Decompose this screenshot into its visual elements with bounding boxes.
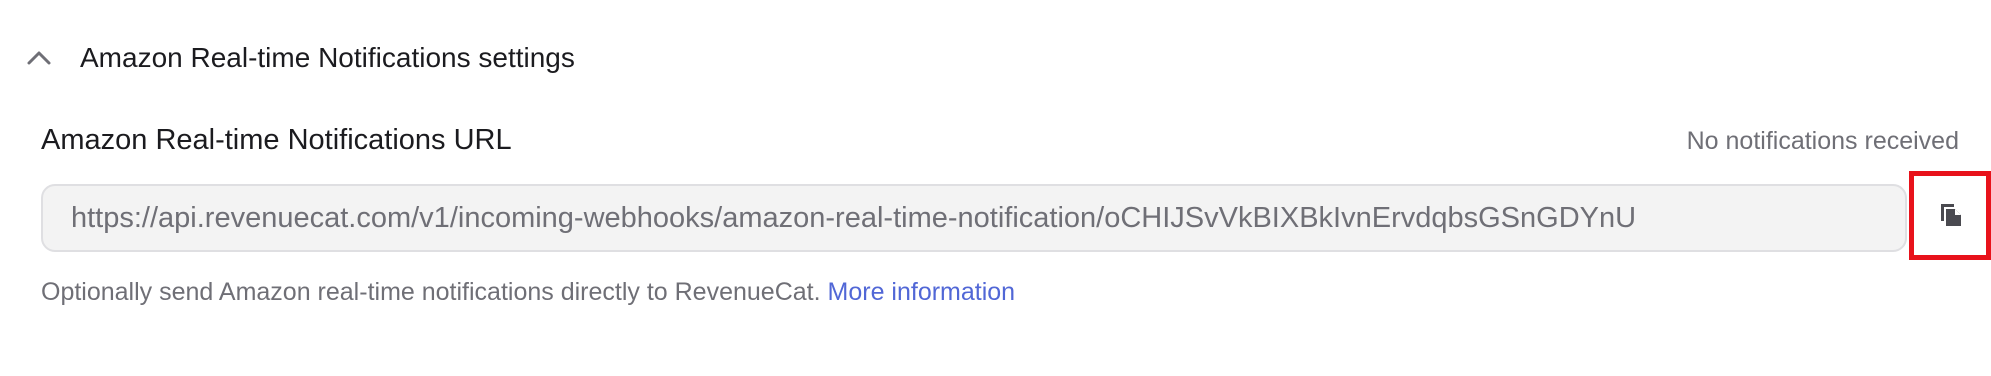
help-text: Optionally send Amazon real-time notific… (41, 278, 1015, 307)
notification-url-value: https://api.revenuecat.com/v1/incoming-w… (71, 201, 1637, 234)
chevron-up-icon[interactable] (22, 41, 56, 75)
url-field-label: Amazon Real-time Notifications URL (41, 124, 512, 156)
more-information-link[interactable]: More information (828, 278, 1016, 306)
help-description: Optionally send Amazon real-time notific… (41, 278, 821, 306)
copy-icon (1937, 199, 1963, 232)
section-header[interactable]: Amazon Real-time Notifications settings (22, 36, 575, 80)
section-title: Amazon Real-time Notifications settings (80, 42, 575, 73)
notification-status: No notifications received (1686, 127, 1959, 155)
copy-url-button[interactable] (1909, 171, 1991, 260)
notification-url-field[interactable]: https://api.revenuecat.com/v1/incoming-w… (41, 184, 1907, 252)
